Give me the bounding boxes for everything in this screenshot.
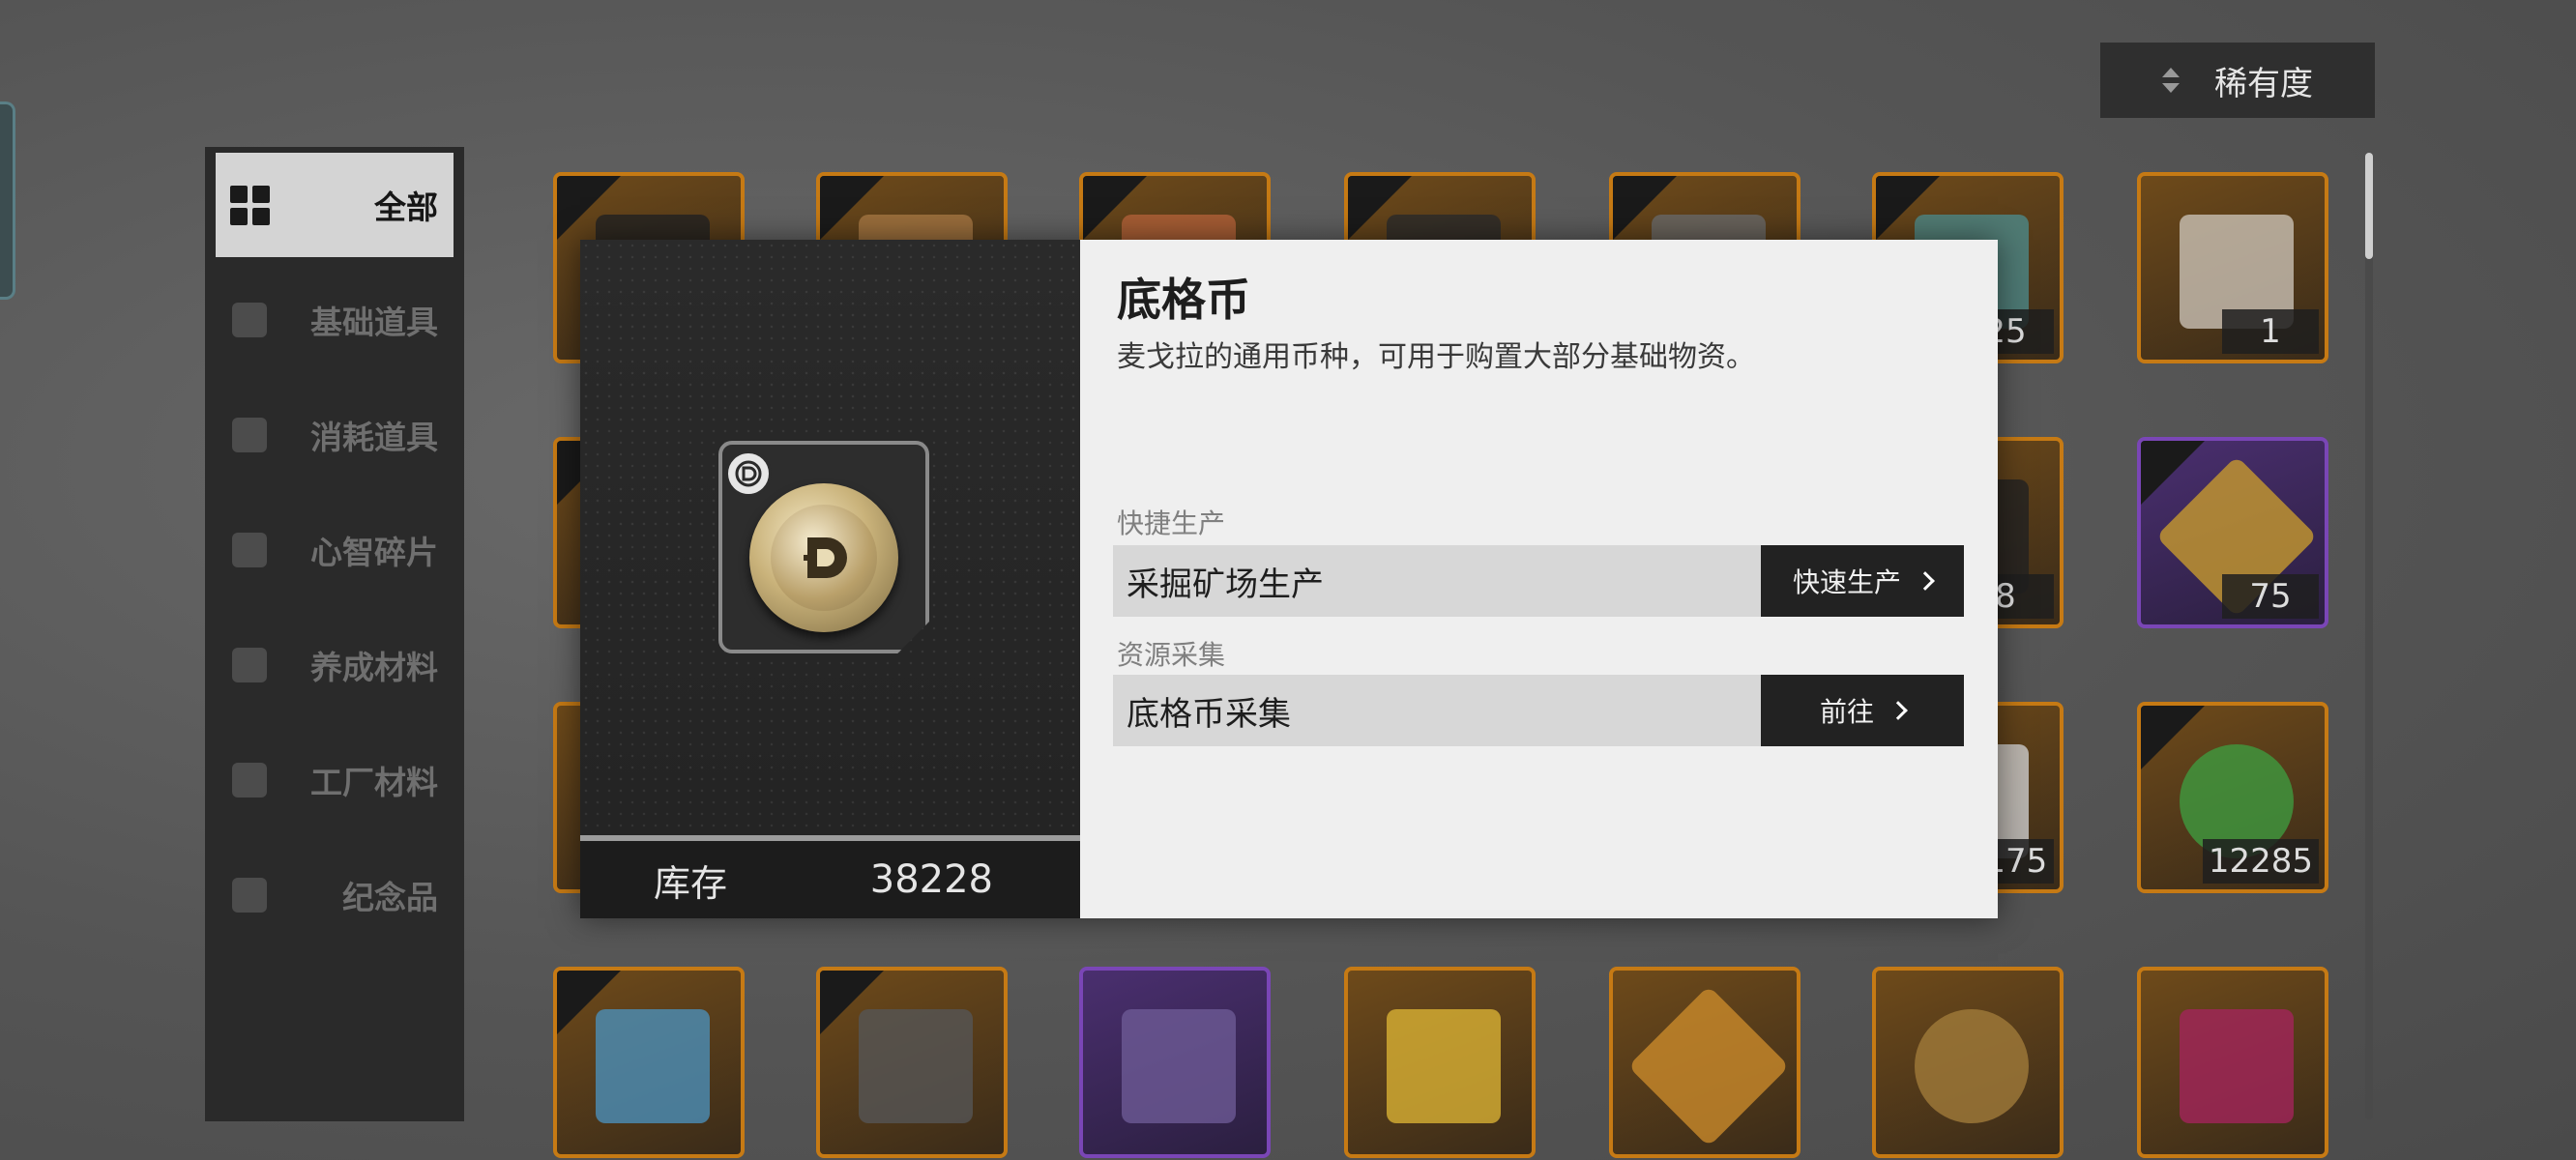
sort-label: 稀有度 — [2214, 64, 2313, 103]
quick-produce-button[interactable]: 快速生产 — [1761, 545, 1964, 617]
inventory-item[interactable] — [1079, 967, 1271, 1158]
chevron-right-icon — [1916, 571, 1935, 591]
stock-value: 38228 — [869, 857, 993, 902]
item-preview-panel: 库存 38228 — [580, 240, 1080, 918]
go-button[interactable]: 前往 — [1761, 675, 1964, 746]
side-pull-tab[interactable] — [0, 102, 15, 300]
route-name: 采掘矿场生产 — [1127, 565, 1324, 604]
sort-arrows-icon — [2162, 68, 2180, 93]
inventory-item[interactable]: 75 — [2137, 437, 2328, 628]
item-count: 1 — [2222, 309, 2319, 354]
category-label: 工厂材料 — [310, 764, 438, 801]
category-upgrade-materials[interactable]: 养成材料 — [216, 613, 454, 717]
category-label: 纪念品 — [342, 879, 438, 916]
section-label-quick-production: 快捷生产 — [1117, 508, 1226, 539]
chevron-right-icon — [1888, 701, 1908, 720]
route-coin-gathering: 底格币采集 前往 — [1113, 675, 1964, 746]
item-title: 底格币 — [1117, 274, 1250, 326]
item-detail-modal: 库存 38228 底格币 麦戈拉的通用币种，可用于购置大部分基础物资。 快捷生产… — [580, 240, 1998, 918]
inventory-item[interactable] — [2137, 967, 2328, 1158]
layers-icon — [229, 300, 270, 340]
currency-badge-icon — [725, 450, 772, 497]
category-souvenirs[interactable]: 纪念品 — [216, 843, 454, 947]
inventory-item[interactable] — [1609, 967, 1800, 1158]
inventory-item[interactable] — [1344, 967, 1536, 1158]
inventory-item[interactable]: 12285 — [2137, 702, 2328, 893]
item-description: 麦戈拉的通用币种，可用于购置大部分基础物资。 — [1117, 340, 1755, 374]
sort-rarity-button[interactable]: 稀有度 — [2100, 43, 2375, 118]
stock-label: 库存 — [654, 861, 728, 905]
digo-coin-icon — [749, 483, 898, 632]
category-sidebar: 全部 基础道具 消耗道具 心智碎片 养成材料 工厂材料 纪念品 — [205, 147, 464, 1121]
grid-icon — [229, 185, 270, 225]
inventory-item[interactable]: 1 — [2137, 172, 2328, 363]
route-name: 底格币采集 — [1127, 694, 1291, 734]
inventory-item[interactable] — [553, 967, 745, 1158]
category-label: 养成材料 — [310, 649, 438, 686]
inventory-item[interactable] — [1872, 967, 2064, 1158]
item-info-panel: 底格币 麦戈拉的通用币种，可用于购置大部分基础物资。 快捷生产 采掘矿场生产 快… — [1080, 240, 1998, 918]
scrollbar-track[interactable] — [2365, 153, 2373, 1119]
category-label: 全部 — [374, 188, 438, 226]
category-label: 心智碎片 — [310, 534, 438, 571]
gear-icon — [229, 760, 270, 800]
category-label: 基础道具 — [310, 304, 438, 341]
category-consumables[interactable]: 消耗道具 — [216, 383, 454, 487]
item-count: 75 — [2222, 574, 2319, 619]
scrollbar-thumb[interactable] — [2365, 153, 2373, 259]
item-count: 12285 — [2202, 839, 2319, 884]
category-all[interactable]: 全部 — [216, 153, 454, 257]
person-upgrade-icon — [229, 645, 270, 685]
category-factory-materials[interactable]: 工厂材料 — [216, 728, 454, 832]
button-label: 快速生产 — [1792, 566, 1901, 598]
stock-bar: 库存 38228 — [580, 835, 1080, 918]
box-icon — [229, 415, 270, 455]
category-label: 消耗道具 — [310, 419, 438, 456]
category-basic-items[interactable]: 基础道具 — [216, 268, 454, 372]
inventory-item[interactable] — [816, 967, 1008, 1158]
button-label: 前往 — [1819, 696, 1874, 728]
route-mining-production: 采掘矿场生产 快速生产 — [1113, 545, 1964, 617]
section-label-resource-gathering: 资源采集 — [1117, 639, 1226, 671]
medal-icon — [229, 875, 270, 915]
category-mind-fragments[interactable]: 心智碎片 — [216, 498, 454, 602]
puzzle-icon — [229, 530, 270, 570]
